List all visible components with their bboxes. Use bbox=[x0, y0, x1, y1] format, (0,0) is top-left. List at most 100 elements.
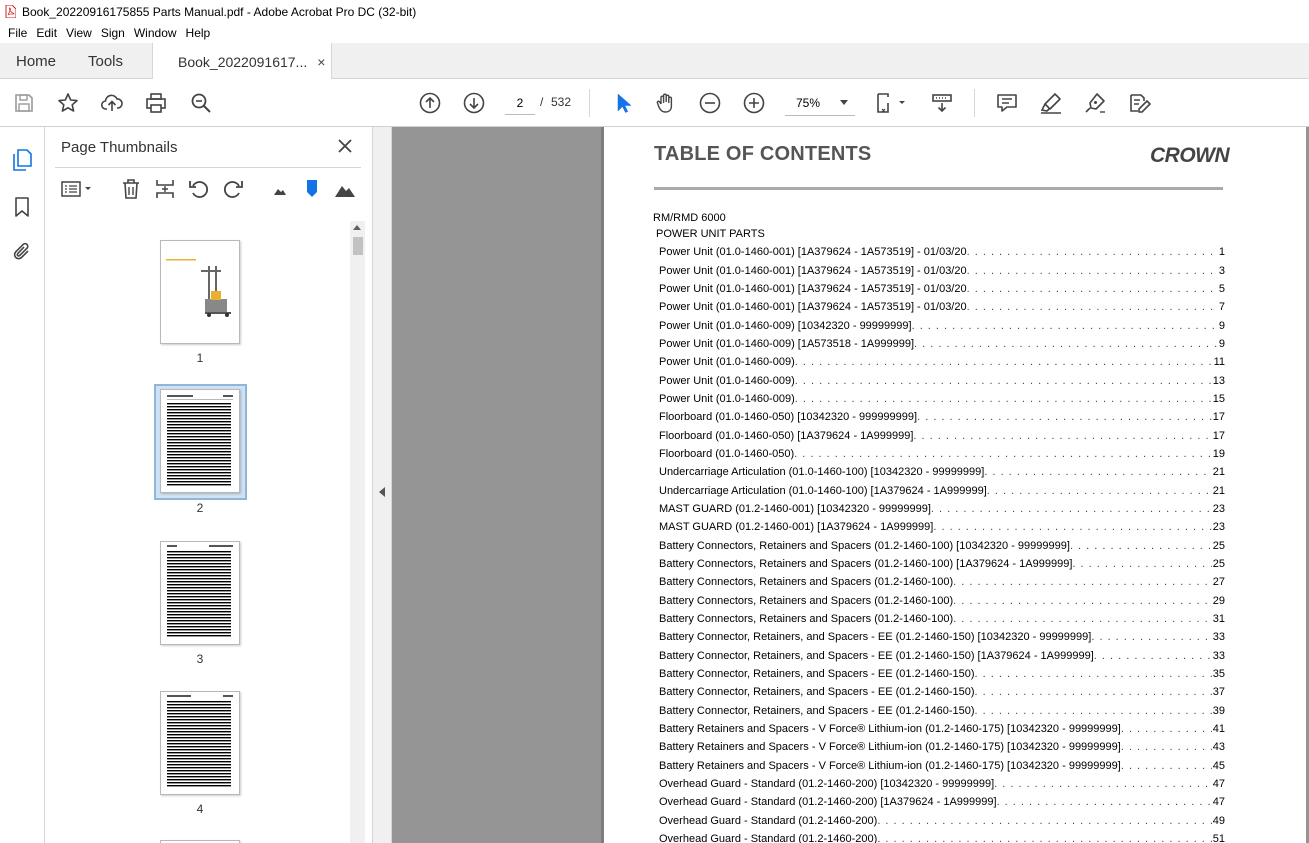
save-icon[interactable] bbox=[11, 90, 37, 116]
page-thumbnail[interactable] bbox=[160, 389, 240, 493]
toc-entry[interactable]: Power Unit (01.0-1460-009) 13 bbox=[659, 371, 1225, 389]
page-thumbnail[interactable] bbox=[160, 240, 240, 344]
insert-page-icon[interactable] bbox=[152, 176, 178, 202]
toc-entry[interactable]: Battery Connector, Retainers, and Spacer… bbox=[659, 647, 1225, 665]
toc-entry[interactable]: Battery Connectors, Retainers and Spacer… bbox=[659, 592, 1225, 610]
hand-tool-icon[interactable] bbox=[653, 90, 679, 116]
current-page-input[interactable]: 2 bbox=[505, 91, 535, 115]
upload-cloud-icon[interactable] bbox=[99, 90, 125, 116]
toc-entry-page: 49 bbox=[1212, 814, 1225, 827]
toc-entry-title: Power Unit (01.0-1460-009) [1A573518 - 1… bbox=[659, 337, 915, 350]
comment-icon[interactable] bbox=[994, 90, 1020, 116]
thumbnail-smaller-icon[interactable] bbox=[267, 176, 293, 202]
toc-entry[interactable]: Floorboard (01.0-1460-050) [10342320 - 9… bbox=[659, 408, 1225, 426]
toc-entry[interactable]: Battery Retainers and Spacers - V Force®… bbox=[659, 720, 1225, 738]
page-thumbnail[interactable] bbox=[160, 691, 240, 795]
toc-entry[interactable]: Battery Connector, Retainers, and Spacer… bbox=[659, 665, 1225, 683]
scroll-up-icon[interactable] bbox=[353, 225, 361, 230]
thumbnail-larger-icon[interactable] bbox=[332, 176, 358, 202]
toolbar-separator bbox=[974, 89, 975, 117]
toc-entry[interactable]: Undercarriage Articulation (01.0-1460-10… bbox=[659, 463, 1225, 481]
next-page-icon[interactable] bbox=[461, 90, 487, 116]
toc-entry[interactable]: Battery Connectors, Retainers and Spacer… bbox=[659, 610, 1225, 628]
toc-entry-page: 7 bbox=[1218, 301, 1225, 314]
toc-entry-title: Power Unit (01.0-1460-001) [1A379624 - 1… bbox=[659, 282, 967, 295]
toc-entry[interactable]: Floorboard (01.0-1460-050) [1A379624 - 1… bbox=[659, 426, 1225, 444]
toc-entry[interactable]: Overhead Guard - Standard (01.2-1460-200… bbox=[659, 793, 1225, 811]
scroll-mode-icon[interactable] bbox=[929, 90, 955, 116]
menu-sign[interactable]: Sign bbox=[101, 26, 125, 40]
toc-entry[interactable]: Power Unit (01.0-1460-009) 15 bbox=[659, 390, 1225, 408]
find-zoom-icon[interactable] bbox=[188, 90, 214, 116]
menu-help[interactable]: Help bbox=[186, 26, 211, 40]
highlight-pen-icon[interactable] bbox=[1038, 90, 1064, 116]
rotate-counterclockwise-icon[interactable] bbox=[186, 176, 212, 202]
close-tab-icon[interactable]: × bbox=[317, 54, 325, 70]
toc-entry[interactable]: Undercarriage Articulation (01.0-1460-10… bbox=[659, 481, 1225, 499]
previous-page-icon[interactable] bbox=[417, 90, 443, 116]
delete-page-icon[interactable] bbox=[118, 176, 144, 202]
toc-entry[interactable]: Battery Retainers and Spacers - V Force®… bbox=[659, 738, 1225, 756]
toc-entry[interactable]: Battery Connector, Retainers, and Spacer… bbox=[659, 702, 1225, 720]
tab-tools[interactable]: Tools bbox=[88, 43, 123, 79]
toc-entry[interactable]: Battery Connector, Retainers, and Spacer… bbox=[659, 683, 1225, 701]
toc-entry-page: 15 bbox=[1212, 392, 1225, 405]
toc-dot-leader bbox=[967, 283, 1218, 295]
toc-entry[interactable]: Overhead Guard - Standard (01.2-1460-200… bbox=[659, 775, 1225, 793]
toc-entry[interactable]: Power Unit (01.0-1460-001) [1A379624 - 1… bbox=[659, 243, 1225, 261]
menu-window[interactable]: Window bbox=[134, 26, 177, 40]
pdf-page[interactable]: TABLE OF CONTENTS CROWN RM/RMD 6000 POWE… bbox=[604, 127, 1306, 843]
toc-entry[interactable]: Power Unit (01.0-1460-009) 11 bbox=[659, 353, 1225, 371]
toc-entry[interactable]: Floorboard (01.0-1460-050) 19 bbox=[659, 445, 1225, 463]
bookmark-icon[interactable] bbox=[9, 194, 35, 220]
tab-home[interactable]: Home bbox=[16, 43, 56, 79]
toc-entry[interactable]: Overhead Guard - Standard (01.2-1460-200… bbox=[659, 812, 1225, 830]
close-panel-icon[interactable] bbox=[335, 136, 355, 156]
toc-entry-title: Power Unit (01.0-1460-009) bbox=[659, 374, 795, 387]
zoom-out-icon[interactable] bbox=[697, 90, 723, 116]
collapse-panel-arrow-icon[interactable] bbox=[379, 487, 385, 497]
toc-entry[interactable]: Power Unit (01.0-1460-001) [1A379624 - 1… bbox=[659, 261, 1225, 279]
toc-entry[interactable]: Power Unit (01.0-1460-009) [10342320 - 9… bbox=[659, 316, 1225, 334]
toc-entry[interactable]: MAST GUARD (01.2-1460-001) [1A379624 - 1… bbox=[659, 518, 1225, 536]
rotate-clockwise-icon[interactable] bbox=[220, 176, 246, 202]
panel-splitter[interactable] bbox=[373, 127, 392, 843]
menu-file[interactable]: File bbox=[8, 26, 27, 40]
toc-entry[interactable]: Power Unit (01.0-1460-001) [1A379624 - 1… bbox=[659, 280, 1225, 298]
star-icon[interactable] bbox=[55, 90, 81, 116]
toc-entry[interactable]: Power Unit (01.0-1460-009) [1A573518 - 1… bbox=[659, 335, 1225, 353]
zoom-level-dropdown[interactable]: 75% bbox=[785, 90, 855, 116]
toc-entry-title: Battery Connectors, Retainers and Spacer… bbox=[659, 613, 954, 626]
edit-pdf-icon[interactable] bbox=[1126, 90, 1152, 116]
fill-sign-pen-icon[interactable] bbox=[1082, 90, 1108, 116]
toc-entry[interactable]: Battery Connectors, Retainers and Spacer… bbox=[659, 573, 1225, 591]
toc-entry-title: Battery Connectors, Retainers and Spacer… bbox=[659, 558, 1073, 571]
page-fit-icon[interactable] bbox=[873, 90, 909, 116]
menu-view[interactable]: View bbox=[66, 26, 92, 40]
acrobat-window: Book_20220916175855 Parts Manual.pdf - A… bbox=[0, 0, 1309, 843]
page-thumbnails-icon[interactable] bbox=[9, 147, 35, 173]
crown-logo: CROWN bbox=[1150, 144, 1230, 167]
toc-entry[interactable]: Battery Connectors, Retainers and Spacer… bbox=[659, 537, 1225, 555]
zoom-in-icon[interactable] bbox=[741, 90, 767, 116]
toc-entry[interactable]: Battery Retainers and Spacers - V Force®… bbox=[659, 757, 1225, 775]
toc-entry[interactable]: MAST GUARD (01.2-1460-001) [10342320 - 9… bbox=[659, 500, 1225, 518]
attachment-paperclip-icon[interactable] bbox=[9, 239, 35, 265]
thumbnail-size-slider-icon[interactable] bbox=[299, 176, 325, 202]
thumbnail-scroll-thumb[interactable] bbox=[353, 237, 363, 255]
page-thumbnail[interactable] bbox=[160, 541, 240, 645]
toc-entry[interactable]: Battery Connectors, Retainers and Spacer… bbox=[659, 555, 1225, 573]
thumbnail-scrollbar[interactable] bbox=[350, 221, 365, 843]
toc-entry[interactable]: Battery Connector, Retainers, and Spacer… bbox=[659, 628, 1225, 646]
menu-edit[interactable]: Edit bbox=[36, 26, 57, 40]
print-icon[interactable] bbox=[143, 90, 169, 116]
toc-entry-title: Floorboard (01.0-1460-050) bbox=[659, 447, 795, 460]
toc-entry-page: 21 bbox=[1212, 484, 1225, 497]
toc-entry-title: Battery Connector, Retainers, and Spacer… bbox=[659, 668, 975, 681]
select-cursor-icon[interactable] bbox=[609, 90, 635, 116]
thumbnail-options-icon[interactable] bbox=[58, 176, 96, 202]
toc-entry[interactable]: Power Unit (01.0-1460-001) [1A379624 - 1… bbox=[659, 298, 1225, 316]
toc-entry[interactable]: Overhead Guard - Standard (01.2-1460-200… bbox=[659, 830, 1225, 843]
tab-document[interactable]: Book_2022091617... × bbox=[152, 43, 332, 80]
toc-entry-page: 25 bbox=[1212, 539, 1225, 552]
